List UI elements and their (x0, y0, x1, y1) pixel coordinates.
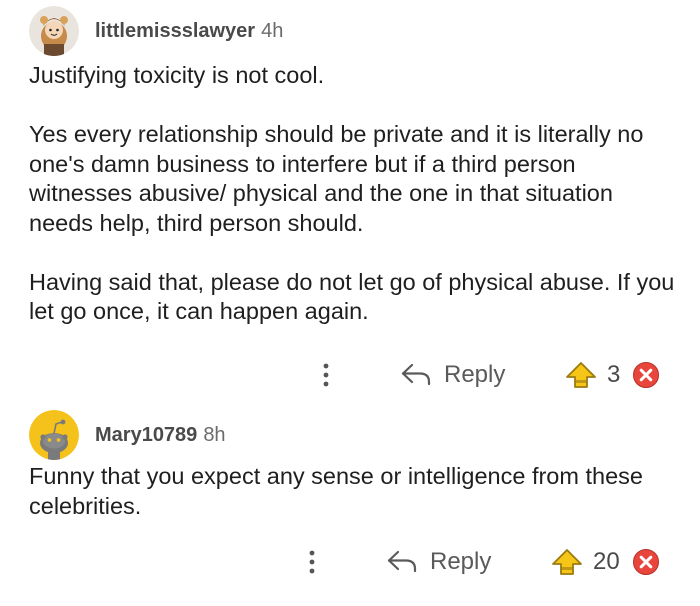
reply-label: Reply (444, 361, 506, 388)
comment-paragraph: Having said that, please do not let go o… (29, 268, 675, 325)
comment-paragraph: Yes every relationship should be private… (29, 121, 644, 236)
comment-meta: Mary10789 8h (95, 424, 226, 447)
downvote-icon[interactable] (632, 361, 660, 389)
reply-button[interactable]: Reply (386, 542, 491, 582)
vote-count: 3 (607, 361, 621, 388)
vote-count: 20 (593, 548, 620, 575)
comment-paragraph: Justifying toxicity is not cool. (29, 62, 325, 88)
timestamp: 8h (203, 423, 226, 446)
comment-actions: Reply 3 (0, 355, 700, 395)
comment-header: Mary10789 8h (29, 410, 226, 460)
comment-body: Funny that you expect any sense or intel… (29, 462, 649, 521)
comment-header: littlemissslawyer 4h (29, 6, 283, 56)
avatar-snoo-icon[interactable] (29, 410, 79, 460)
comment-actions: Reply 20 (0, 542, 700, 582)
comment-paragraph: Funny that you expect any sense or intel… (29, 463, 643, 519)
downvote-icon[interactable] (632, 548, 660, 576)
reply-arrow-icon (400, 362, 432, 388)
upvote-icon[interactable] (565, 361, 597, 389)
username[interactable]: Mary10789 (95, 424, 197, 447)
vote-controls: 3 (565, 355, 660, 395)
comment-body: Justifying toxicity is not cool. Yes eve… (29, 61, 679, 327)
timestamp: 4h (261, 19, 284, 42)
avatar-girl-icon[interactable] (29, 6, 79, 56)
comment-2: Mary10789 8h Funny that you expect any s… (0, 400, 700, 606)
comment-1: littlemissslawyer 4h Justifying toxicity… (0, 0, 700, 400)
more-vertical-icon[interactable] (320, 359, 332, 391)
username[interactable]: littlemissslawyer (95, 20, 255, 43)
upvote-icon[interactable] (551, 548, 583, 576)
reply-button[interactable]: Reply (400, 355, 505, 395)
comment-meta: littlemissslawyer 4h (95, 20, 283, 43)
reply-arrow-icon (386, 549, 418, 575)
vote-controls: 20 (551, 542, 660, 582)
more-vertical-icon[interactable] (306, 546, 318, 578)
reply-label: Reply (430, 548, 492, 575)
